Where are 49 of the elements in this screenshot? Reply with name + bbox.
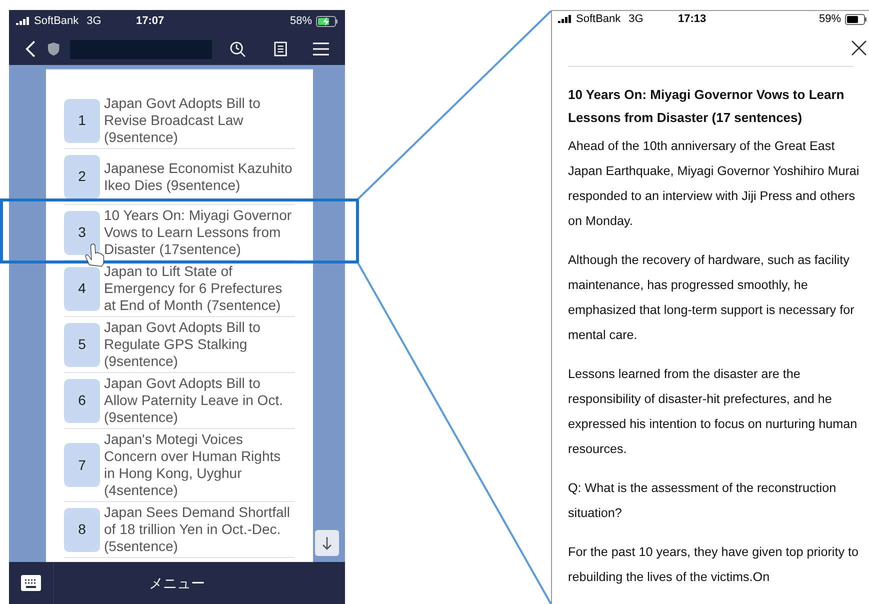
article-number: 7	[64, 443, 100, 487]
status-time: 17:07	[136, 14, 164, 30]
close-icon[interactable]	[851, 40, 867, 56]
battery-percent: 58%	[290, 14, 312, 30]
status-time: 17:13	[678, 12, 706, 27]
article-number: 2	[64, 154, 100, 198]
article-item[interactable]: 6 Japan Govt Adopts Bill to Allow Paternity Leave in Oct. (9sentence)	[64, 373, 295, 429]
article-paragraph: For the past 10 years, they have given top priority to rebuilding the lives of the victims.On	[568, 544, 860, 586]
article-number: 8	[64, 508, 100, 552]
article-item[interactable]: 5 Japan Govt Adopts Bill to Regulate GPS Stalking (9sentence)	[64, 317, 295, 373]
article-paragraph: Lessons learned from the disaster are the responsibility of disaster-hit prefectures, and he expressed his intention to focus on nurturing human resources.	[568, 366, 858, 458]
carrier-name: SoftBank	[34, 14, 79, 30]
carrier-name: SoftBank	[576, 12, 621, 27]
article-number: 1	[64, 98, 100, 142]
network-type: 3G	[628, 12, 644, 27]
back-icon[interactable]	[25, 40, 36, 58]
hand-pointer-icon	[85, 244, 104, 267]
article-number: 5	[64, 322, 100, 366]
article-title: Japan to Lift State of Emergency for 6 Prefectures at End of Month (7sentence)	[104, 263, 284, 314]
article-title: Japanese Economist Kazuhito Ikeo Dies (9sentence)	[104, 160, 294, 194]
article-heading: 10 Years On: Miyagi Governor Vows to Learn Lessons from Disaster (17 sentences)	[568, 86, 846, 127]
article-item[interactable]: 8 Japan Sees Demand Shortfall of 18 trillion Yen in Oct.-Dec. (5sentence)	[64, 502, 295, 558]
article-paragraph: Ahead of the 10th anniversary of the Great East Japan Earthquake, Miyagi Governor Yoshihiro Murai responded to an interview with Jiji Press and others on Monday.	[568, 138, 860, 230]
article-item[interactable]: 2 Japanese Economist Kazuhito Ikeo Dies (9sentence)	[64, 149, 295, 205]
battery-percent: 59%	[818, 12, 841, 27]
article-title: Japan Sees Demand Shortfall of 18 trillion Yen in Oct.-Dec. (5sentence)	[104, 504, 291, 555]
keyboard-icon[interactable]	[21, 575, 41, 591]
menu-icon[interactable]	[313, 42, 329, 56]
document-icon[interactable]	[274, 41, 288, 57]
article-title: Japan Govt Adopts Bill to Allow Paternity Leave in Oct. (9sentence)	[104, 375, 284, 426]
article-title: Japan Govt Adopts Bill to Regulate GPS Stalking (9sentence)	[104, 319, 262, 370]
network-type: 3G	[86, 14, 102, 30]
scroll-down-button[interactable]	[315, 530, 339, 556]
article-number: 3	[64, 210, 100, 254]
article-item[interactable]: 7 Japan's Motegi Voices Concern over Human Rights in Hong Kong, Uyghur (4sentence)	[64, 429, 295, 502]
article-paragraph: Q: What is the assessment of the reconstruction situation?	[568, 480, 838, 522]
article-item[interactable]: 1 Japan Govt Adopts Bill to Revise Broadcast Law (9sentence)	[64, 93, 295, 149]
article-title: 10 Years On: Miyagi Governor Vows to Learn Lessons from Disaster (17sentence)	[104, 207, 293, 258]
article-number: 4	[64, 266, 100, 310]
article-title: Japan Govt Adopts Bill to Revise Broadcast Law (9sentence)	[104, 95, 262, 146]
signal-icon	[558, 14, 572, 24]
shield-icon	[48, 42, 60, 56]
search-icon[interactable]	[230, 40, 246, 58]
article-title: Japan's Motegi Voices Concern over Human Rights in Hong Kong, Uyghur (4sentence)	[104, 431, 282, 499]
article-item[interactable]: 4 Japan to Lift State of Emergency for 6 Prefectures at End of Month (7sentence)	[64, 261, 295, 317]
down-arrow-icon	[322, 536, 332, 550]
article-paragraph: Although the recovery of hardware, such as facility maintenance, has progressed smoothly, he emphasized that long-term support is necessary for mental care.	[568, 252, 856, 344]
article-number: 6	[64, 378, 100, 422]
signal-icon	[16, 17, 30, 26]
